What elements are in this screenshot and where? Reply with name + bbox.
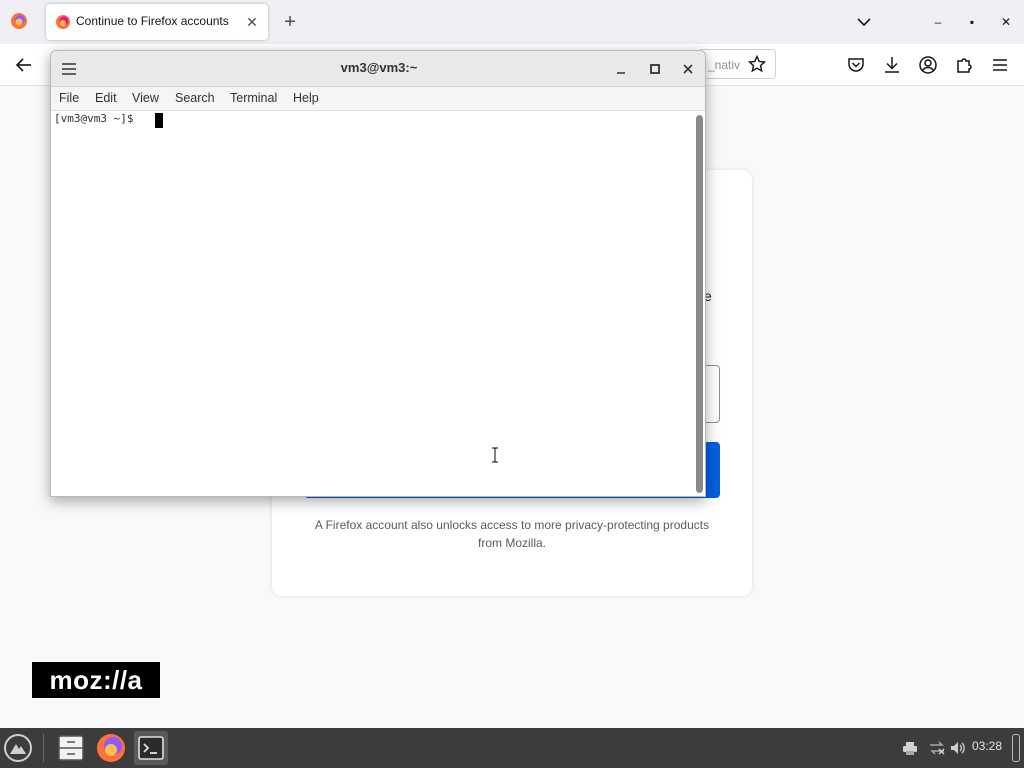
terminal-menubar: File Edit View Search Terminal Help xyxy=(51,87,705,111)
extensions-icon[interactable] xyxy=(954,55,974,75)
firefox-menu-icon[interactable] xyxy=(10,12,28,30)
url-text: _nativ xyxy=(708,58,741,72)
terminal-window: vm3@vm3:~ File Edit View Search Terminal… xyxy=(50,50,706,497)
account-icon[interactable] xyxy=(918,55,938,75)
pocket-icon[interactable] xyxy=(846,55,866,75)
ibeam-cursor-icon xyxy=(492,447,498,463)
tab-firefox-accounts[interactable]: Continue to Firefox accounts ✕ xyxy=(46,4,268,40)
terminal-output[interactable]: [vm3@vm3 ~]$ xyxy=(51,111,693,496)
terminal-close-icon[interactable] xyxy=(680,61,696,77)
network-icon[interactable] xyxy=(929,740,945,756)
menu-search[interactable]: Search xyxy=(175,91,215,105)
window-minimize-button[interactable]: – xyxy=(930,14,946,30)
menu-terminal[interactable]: Terminal xyxy=(230,91,277,105)
mozilla-logo: moz://a xyxy=(32,662,160,698)
text-cursor xyxy=(155,113,163,128)
menu-help[interactable]: Help xyxy=(293,91,319,105)
terminal-scrollbar[interactable] xyxy=(693,111,705,496)
terminal-icon xyxy=(138,736,164,760)
url-bar[interactable]: _nativ xyxy=(700,49,776,79)
scrollbar-thumb[interactable] xyxy=(696,115,703,493)
tab-close-icon[interactable]: ✕ xyxy=(244,14,260,30)
file-manager-icon[interactable] xyxy=(54,731,88,765)
star-icon[interactable] xyxy=(748,55,766,73)
launcher-icon[interactable] xyxy=(2,732,34,764)
menu-edit[interactable]: Edit xyxy=(95,91,117,105)
shell-prompt: [vm3@vm3 ~]$ xyxy=(54,112,141,125)
tab-strip: Continue to Firefox accounts ✕ + – ▪ ✕ xyxy=(0,0,1024,44)
volume-icon[interactable] xyxy=(950,740,966,756)
download-icon[interactable] xyxy=(882,55,902,75)
show-desktop-button[interactable] xyxy=(1012,734,1020,762)
window-close-button[interactable]: ✕ xyxy=(998,14,1014,30)
menu-file[interactable]: File xyxy=(59,91,79,105)
terminal-titlebar[interactable]: vm3@vm3:~ xyxy=(51,51,705,87)
promo-text: A Firefox account also unlocks access to… xyxy=(314,518,710,550)
window-maximize-button[interactable]: ▪ xyxy=(964,14,980,30)
printer-icon[interactable] xyxy=(902,740,918,756)
terminal-title: vm3@vm3:~ xyxy=(340,60,418,75)
hamburger-menu-icon[interactable] xyxy=(990,55,1010,75)
tab-title: Continue to Firefox accounts xyxy=(76,14,229,28)
firefox-icon[interactable] xyxy=(94,731,128,765)
terminal-maximize-icon[interactable] xyxy=(647,61,663,77)
new-tab-button[interactable]: + xyxy=(280,12,300,32)
firefox-favicon-icon xyxy=(56,15,70,29)
taskbar: 03:28 xyxy=(0,728,1024,768)
clock[interactable]: 03:28 xyxy=(972,739,1002,753)
terminal-taskbar-item[interactable] xyxy=(134,731,168,765)
terminal-minimize-icon[interactable] xyxy=(613,61,629,77)
menu-view[interactable]: View xyxy=(132,91,159,105)
back-icon[interactable] xyxy=(14,55,34,75)
taskbar-separator xyxy=(43,734,44,762)
list-tabs-icon[interactable] xyxy=(854,12,874,32)
